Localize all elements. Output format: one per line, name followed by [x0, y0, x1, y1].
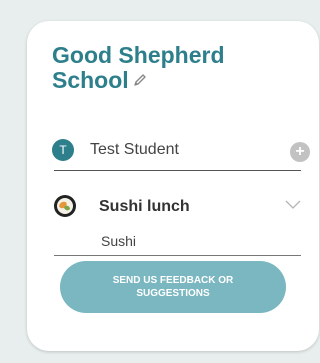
student-name: Test Student [90, 141, 179, 158]
chevron-down-icon[interactable] [285, 197, 301, 215]
student-row[interactable]: T Test Student + [52, 139, 310, 165]
pencil-icon[interactable] [133, 67, 147, 92]
sushi-icon [52, 193, 80, 224]
feedback-button-label: SEND US FEEDBACK OR SUGGESTIONS [112, 275, 234, 299]
lunch-subtitle: Sushi [101, 233, 137, 249]
plus-icon: + [295, 143, 305, 160]
school-title: Good Shepherd School [52, 43, 282, 93]
lunch-title: Sushi lunch [99, 198, 190, 215]
lunch-row[interactable]: Sushi lunch [52, 193, 307, 221]
send-feedback-button[interactable]: SEND US FEEDBACK OR SUGGESTIONS [60, 261, 286, 313]
add-student-button[interactable]: + [290, 142, 310, 162]
school-card: Good Shepherd School T Test Student + Su… [27, 21, 319, 351]
student-avatar: T [52, 139, 74, 161]
divider [54, 170, 301, 171]
lunch-underline [54, 255, 301, 256]
